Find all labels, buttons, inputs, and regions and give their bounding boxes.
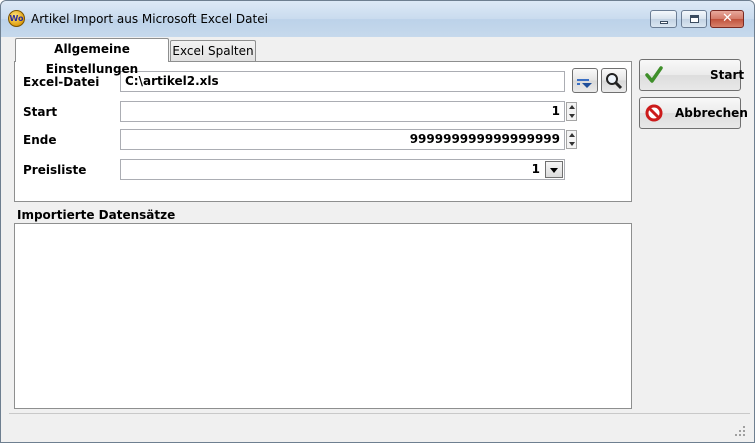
title-bar[interactable]: Wo Artikel Import aus Microsoft Excel Da…	[1, 1, 754, 37]
start-button[interactable]: Start	[639, 59, 745, 91]
start-input[interactable]: 1	[120, 101, 565, 122]
imported-records-label: Importierte Datensätze	[17, 208, 176, 222]
app-logo-icon[interactable]: Wo	[8, 10, 25, 27]
tab-allgemeine-einstellungen[interactable]: Allgemeine Einstellungen	[15, 38, 169, 76]
price-list-select[interactable]: 1	[120, 159, 565, 180]
end-label: Ende	[23, 133, 57, 147]
minimize-icon	[660, 21, 668, 24]
window-title: Artikel Import aus Microsoft Excel Datei	[31, 12, 268, 26]
no-entry-icon	[645, 104, 663, 122]
price-list-label: Preisliste	[23, 163, 87, 177]
maximize-icon	[690, 15, 699, 23]
minimize-button[interactable]	[650, 10, 677, 28]
checkmark-icon	[645, 66, 663, 83]
tab-excel-spalten[interactable]: Excel Spalten	[170, 40, 256, 62]
cancel-button[interactable]: Abbrechen	[639, 97, 748, 129]
close-icon: ✕	[722, 11, 733, 26]
imported-records-list[interactable]	[14, 223, 632, 409]
end-input[interactable]: 999999999999999999	[120, 129, 565, 150]
price-list-dropdown-button[interactable]	[545, 161, 563, 178]
dropdown-options-icon	[577, 79, 592, 88]
spin-up-icon[interactable]	[569, 133, 575, 137]
import-dialog-window: Wo Artikel Import aus Microsoft Excel Da…	[0, 0, 755, 443]
close-button[interactable]: ✕	[710, 10, 744, 28]
search-file-button[interactable]	[601, 68, 627, 93]
start-button-label: Start	[710, 68, 745, 82]
end-spinner[interactable]	[566, 130, 577, 149]
spin-up-icon[interactable]	[569, 105, 575, 109]
excel-file-input[interactable]: C:\artikel2.xls	[120, 71, 565, 92]
settings-panel: Excel-Datei C:\artikel2.xls Start 1 Ende…	[14, 61, 632, 202]
resize-grip-icon[interactable]	[734, 425, 746, 437]
magnifier-icon	[606, 73, 623, 90]
spin-down-icon[interactable]	[569, 114, 575, 118]
chevron-down-icon	[550, 168, 558, 173]
start-label: Start	[23, 105, 58, 119]
maximize-button[interactable]	[681, 10, 707, 28]
status-bar	[9, 413, 750, 437]
cancel-button-label: Abbrechen	[675, 106, 748, 120]
spin-down-icon[interactable]	[569, 142, 575, 146]
start-spinner[interactable]	[566, 102, 577, 121]
file-options-button[interactable]	[572, 68, 598, 93]
